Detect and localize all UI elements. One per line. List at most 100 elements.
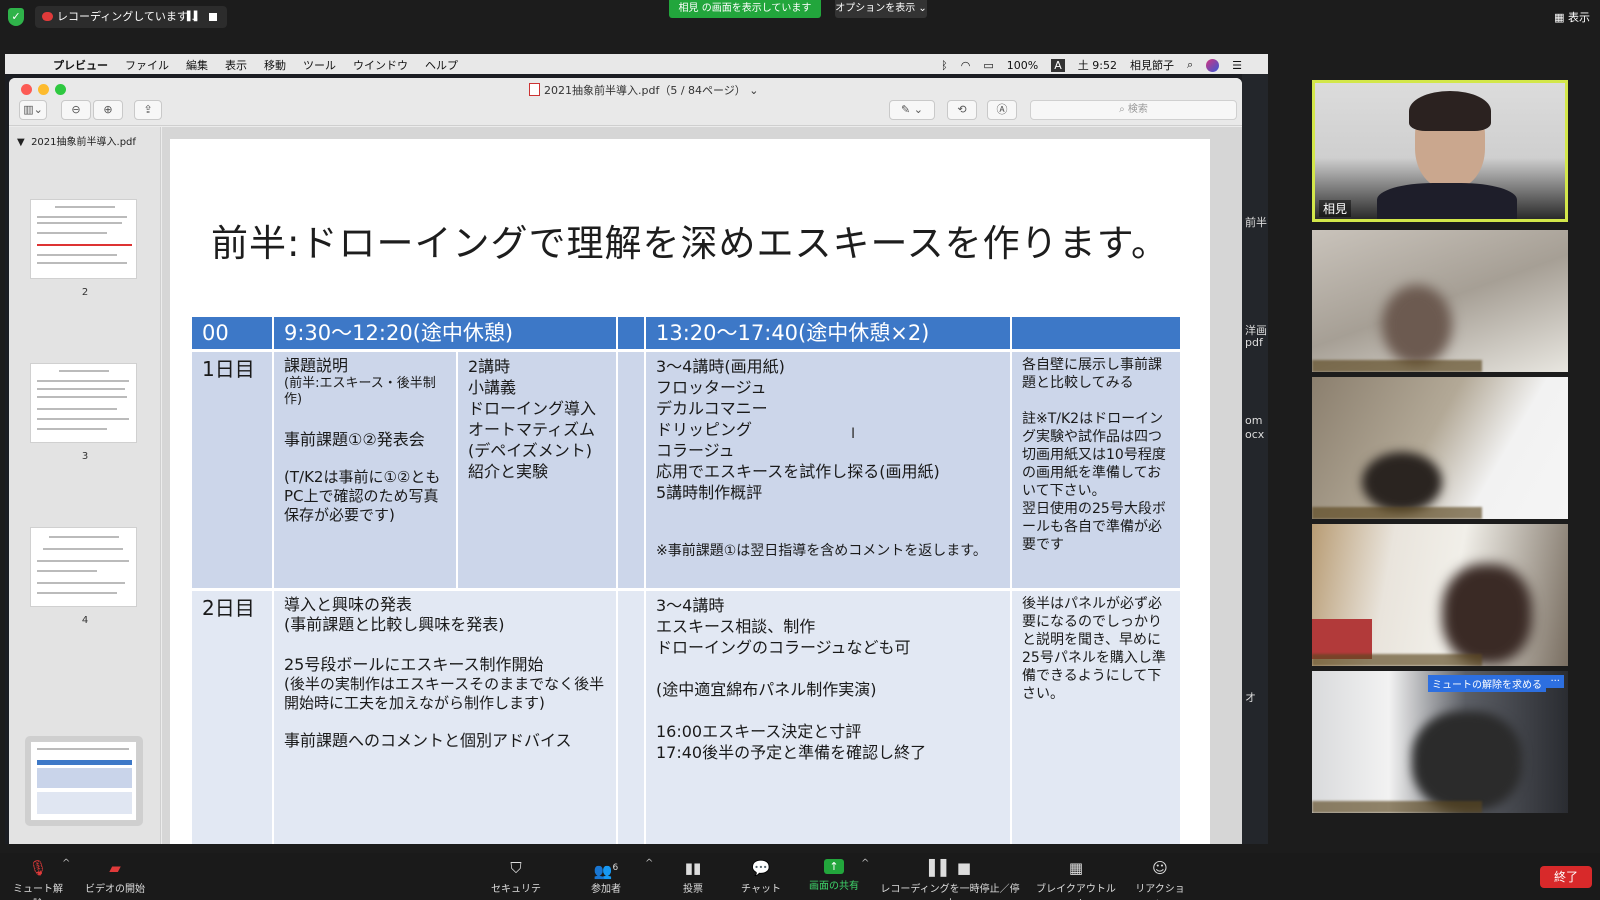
page-thumbnail[interactable]: [30, 363, 137, 443]
reactions-button[interactable]: ☺ リアクション: [1134, 859, 1186, 900]
day-label: 1日目: [192, 352, 272, 588]
tool-label: ブレイクアウトルーム: [1036, 884, 1116, 900]
minimize-button[interactable]: [38, 84, 49, 95]
cloud-record-icon: [42, 12, 53, 21]
close-button[interactable]: [21, 84, 32, 95]
tool-label: チャット: [741, 884, 781, 895]
participant-name: 相見: [1319, 200, 1352, 217]
view-button[interactable]: ▦ 表示: [1554, 9, 1590, 25]
desktop-label: ocx: [1245, 428, 1265, 441]
chevron-up-icon[interactable]: ^: [645, 858, 653, 869]
tool-label: ビデオの開始: [85, 884, 145, 895]
pause-stop-recording-button[interactable]: ▌▌ ■ レコーディングを一時停止／停止: [878, 859, 1022, 900]
menu-file[interactable]: ファイル: [125, 57, 169, 73]
breakout-rooms-button[interactable]: ▦ ブレイクアウトルーム: [1034, 859, 1118, 900]
stop-icon[interactable]: [209, 13, 217, 21]
table-cell: 各自壁に展示し事前課題と比較してみる 註※T/K2はドローイング実験や試作品は四…: [1012, 352, 1180, 588]
desktop-side-strip: 前半 洋画 pdf om ocx オ: [1242, 74, 1268, 844]
menu-tools[interactable]: ツール: [303, 57, 336, 73]
cell-text: (T/K2は事前に①②ともPC上で確認のため写真保存が必要です): [284, 468, 441, 524]
clock[interactable]: 土 9:52: [1078, 57, 1117, 73]
airplay-icon[interactable]: ▭: [983, 59, 993, 72]
shield-icon[interactable]: ✓: [8, 8, 24, 26]
participant-name-blurred: [1312, 654, 1482, 666]
zoom-top-bar: ✓ レコーディングしています... ▌▌ 相見 の画面を表示しています オプショ…: [0, 0, 1600, 36]
recording-indicator[interactable]: レコーディングしています... ▌▌: [35, 6, 227, 28]
participant-video[interactable]: [1312, 377, 1568, 519]
input-source-icon[interactable]: A: [1051, 58, 1065, 72]
blurred-face: [1382, 285, 1452, 365]
start-video-button[interactable]: ▰ ビデオの開始: [84, 859, 146, 895]
search-input[interactable]: ⌕ 検索: [1030, 100, 1237, 120]
unmute-button[interactable]: 🎙 ミュート解除: [10, 859, 66, 900]
menu-view[interactable]: 表示: [225, 57, 247, 73]
page-thumbnail[interactable]: [30, 199, 137, 279]
grid-icon: ▦: [1554, 11, 1565, 24]
spotlight-icon[interactable]: ⌕: [1187, 58, 1193, 72]
zoom-out-button[interactable]: ⊖: [61, 100, 91, 120]
table-cell: 課題説明 (前半:エスキース・後半制作) 事前課題①②発表会 (T/K2は事前に…: [274, 352, 456, 588]
preview-titlebar: 2021抽象前半導入.pdf（5 / 84ページ） ⌄ ▥⌄ ⊖ ⊕ ⇪ ✎ ⌄…: [9, 78, 1242, 126]
desktop-label: pdf: [1245, 336, 1263, 349]
table-cell: 後半はパネルが必ず必要になるのでしっかりと説明を聞き、早めに25号パネルを購入し…: [1012, 591, 1180, 844]
battery-label[interactable]: 100%: [1007, 59, 1038, 72]
chat-icon: 💬: [751, 859, 771, 877]
participant-video-active[interactable]: 相見: [1312, 80, 1568, 222]
thumbnail-sidebar: ▼ 2021抽象前半導入.pdf 2 3 4: [9, 127, 161, 844]
slide-title: 前半:ドローイングで理解を深めエスキースを作ります。: [211, 222, 1169, 265]
participant-video[interactable]: ミュートの解除を求める ···: [1312, 671, 1568, 813]
tool-label: レコーディングを一時停止／停止: [880, 884, 1020, 900]
more-options-button[interactable]: ···: [1546, 675, 1564, 688]
video-off-icon: ▰: [109, 859, 121, 877]
sidebar-file-name: 2021抽象前半導入.pdf: [31, 137, 136, 148]
notification-center-icon[interactable]: ☰: [1232, 59, 1242, 72]
view-options-button[interactable]: オプションを表示 ⌄: [835, 0, 927, 18]
markup-toolbar-button[interactable]: Ⓐ: [987, 100, 1017, 120]
table-cell: 導入と興味の発表 (事前課題と比較し興味を発表) 25号段ボールにエスキース制作…: [274, 591, 616, 844]
participant-body: [1377, 183, 1517, 219]
pause-icon[interactable]: ▌▌: [187, 6, 201, 28]
polls-button[interactable]: ▮▮ 投票: [678, 859, 708, 895]
participant-name-blurred: [1312, 801, 1482, 813]
day-label: 2日目: [192, 591, 272, 844]
unmute-request-button[interactable]: ミュートの解除を求める: [1428, 675, 1546, 692]
siri-icon[interactable]: [1206, 58, 1220, 72]
preview-window: 2021抽象前半導入.pdf（5 / 84ページ） ⌄ ▥⌄ ⊖ ⊕ ⇪ ✎ ⌄…: [9, 78, 1242, 844]
end-meeting-button[interactable]: 終了: [1540, 866, 1592, 888]
cell-text: 事前課題へのコメントと個別アドバイス: [284, 731, 572, 750]
participants-button[interactable]: 👥6 参加者: [586, 859, 626, 895]
table-cell: [618, 591, 644, 844]
document-view[interactable]: 前半:ドローイングで理解を深めエスキースを作ります。 00 9:30〜12:20…: [162, 127, 1242, 844]
participant-video[interactable]: [1312, 524, 1568, 666]
menu-edit[interactable]: 編集: [186, 57, 208, 73]
menu-go[interactable]: 移動: [264, 57, 286, 73]
menu-window[interactable]: ウインドウ: [353, 57, 408, 73]
chevron-up-icon[interactable]: ^: [861, 858, 869, 869]
chevron-up-icon[interactable]: ^: [62, 858, 70, 869]
participant-video[interactable]: [1312, 230, 1568, 372]
bluetooth-icon[interactable]: ᛒ: [941, 59, 948, 72]
page-thumbnail-selected[interactable]: [30, 741, 137, 821]
markup-pen-button[interactable]: ✎ ⌄: [889, 100, 935, 120]
participant-name-blurred: [1312, 507, 1482, 519]
user-name[interactable]: 相見節子: [1130, 57, 1174, 73]
menu-app[interactable]: プレビュー: [53, 57, 108, 73]
sidebar-file-row[interactable]: ▼ 2021抽象前半導入.pdf: [17, 133, 136, 148]
page-thumbnail[interactable]: [30, 527, 137, 607]
tool-label: リアクション: [1135, 884, 1185, 900]
chat-button[interactable]: 💬 チャット: [741, 859, 781, 895]
share-icon[interactable]: ⇪: [134, 100, 162, 120]
sidebar-toggle-button[interactable]: ▥⌄: [19, 100, 47, 120]
wifi-icon[interactable]: ◠: [961, 59, 971, 72]
rotate-button[interactable]: ⟲: [947, 100, 977, 120]
bar-chart-icon: ▮▮: [684, 859, 702, 877]
table-cell: 2講時 小講義 ドローイング導入 オートマティズム (デペイズメント) 紹介と実…: [458, 352, 616, 588]
zoom-button[interactable]: [55, 84, 66, 95]
security-button[interactable]: ⛉ セキュリティ: [490, 859, 542, 900]
zoom-in-button[interactable]: ⊕: [93, 100, 123, 120]
cell-text: 課題説明: [284, 356, 349, 375]
menu-help[interactable]: ヘルプ: [425, 57, 458, 73]
share-screen-button[interactable]: ↑ 画面の共有: [806, 859, 862, 892]
share-arrow-icon: ↑: [824, 859, 844, 874]
table-header-cell: 9:30〜12:20(途中休憩): [274, 317, 616, 349]
